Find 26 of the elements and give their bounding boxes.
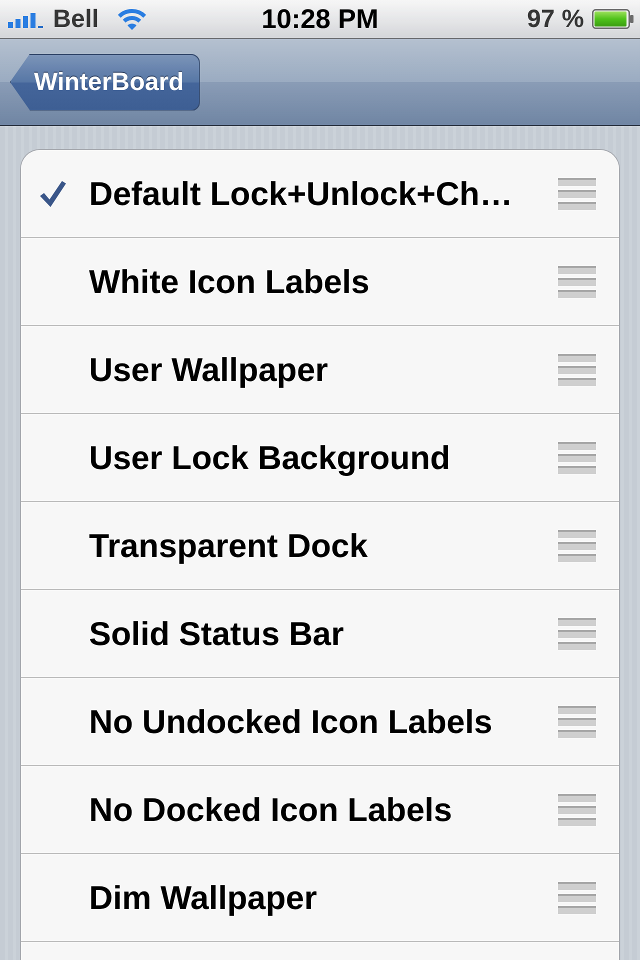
reorder-handle-icon[interactable] <box>558 882 596 914</box>
carrier-name: Bell <box>53 4 99 34</box>
theme-name: No Undocked Icon Labels <box>89 702 494 740</box>
theme-row[interactable]: Default Lock+Unlock+Ch… <box>21 150 619 238</box>
reorder-handle-icon[interactable] <box>558 618 596 650</box>
theme-name: Default Lock+Unlock+Ch… <box>89 174 514 212</box>
back-button[interactable]: WinterBoard <box>10 54 200 110</box>
theme-name: User Lock Background <box>89 438 452 476</box>
theme-name: Transparent Dock <box>89 526 369 564</box>
battery-percentage: 97 % <box>527 4 584 34</box>
reorder-handle-icon[interactable] <box>558 354 596 386</box>
theme-name: Dim Wallpaper <box>89 878 318 916</box>
reorder-handle-icon[interactable] <box>558 794 596 826</box>
reorder-handle-icon[interactable] <box>558 266 596 298</box>
wifi-icon <box>116 7 148 31</box>
reorder-handle-icon[interactable] <box>558 442 596 474</box>
status-time: 10:28 PM <box>261 4 379 34</box>
reorder-handle-icon[interactable] <box>558 178 596 210</box>
battery-icon <box>592 9 634 29</box>
reorder-handle-icon[interactable] <box>558 530 596 562</box>
theme-name: No Docked Icon Labels <box>89 790 454 828</box>
theme-name: User Wallpaper <box>89 350 330 388</box>
signal-bars-icon <box>8 12 46 28</box>
theme-name: Solid Status Bar <box>89 614 345 652</box>
reorder-handle-icon[interactable] <box>558 706 596 738</box>
theme-name: White Icon Labels <box>89 262 371 300</box>
